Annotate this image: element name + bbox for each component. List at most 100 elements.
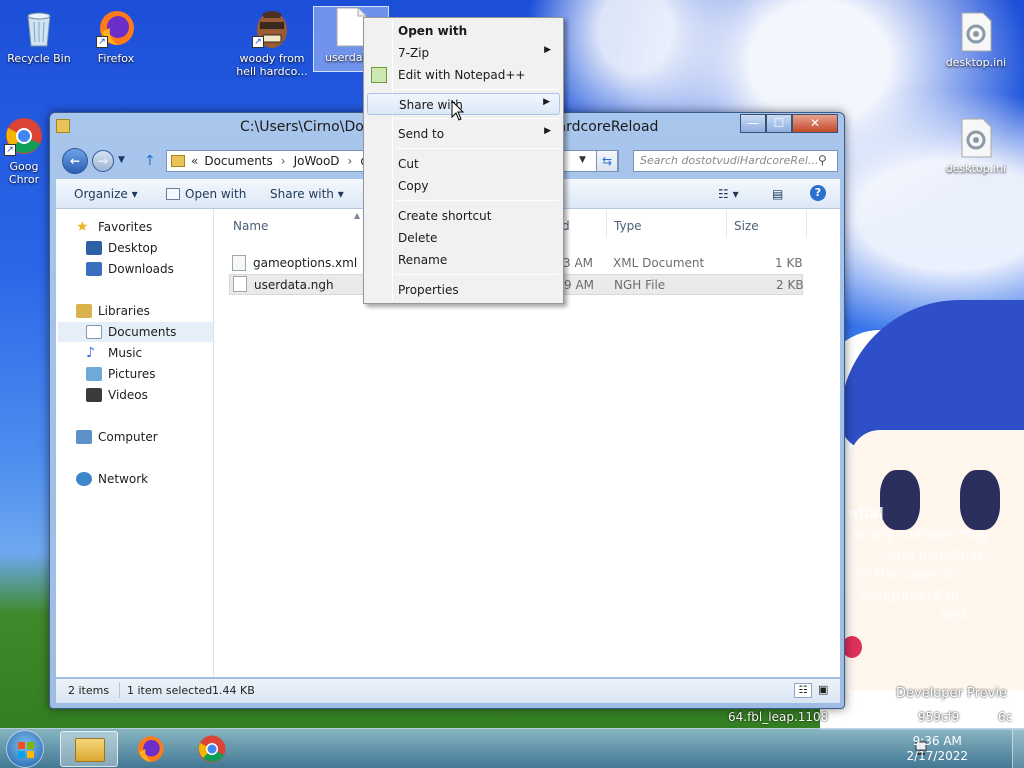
back-button[interactable]: ← [62, 148, 88, 174]
menu-separator [395, 89, 559, 90]
view-options-icon[interactable]: ☷ ▾ [718, 187, 739, 201]
status-bar: 2 items 1 item selected 1.44 KB ☷ ▣ [56, 679, 840, 703]
recent-pages-chevron-icon[interactable]: ▼ [118, 155, 125, 165]
desktop-icon-desktop-ini-2[interactable]: desktop.ini [938, 118, 1014, 175]
nav-music[interactable]: ♪ Music [86, 343, 142, 363]
menu-item-7zip[interactable]: 7-Zip ▶ [367, 42, 560, 64]
shortcut-arrow-icon: ↗ [4, 144, 16, 156]
breadcrumb-documents[interactable]: Documents [204, 154, 272, 168]
folder-icon [56, 119, 70, 133]
file-size: 1 KB [775, 256, 803, 270]
menu-item-copy[interactable]: Copy [367, 175, 560, 197]
desktop-icon-recycle-bin[interactable]: Recycle Bin [3, 8, 75, 65]
help-icon[interactable]: ? [810, 185, 826, 201]
nav-computer[interactable]: Computer [76, 427, 158, 447]
submenu-arrow-icon: ▶ [544, 126, 551, 136]
file-type: NGH File [614, 278, 666, 292]
ini-file-icon [956, 12, 996, 52]
breadcrumb-chevron-icon[interactable]: › [348, 154, 353, 168]
maximize-button[interactable]: ☐ [766, 114, 792, 133]
menu-item-send-to[interactable]: Send to ▶ [367, 123, 560, 145]
large-icons-view-icon[interactable]: ▣ [818, 683, 832, 697]
taskbar-chrome-button[interactable] [184, 731, 242, 767]
file-name: userdata.ngh [254, 278, 334, 292]
address-dropdown-icon[interactable]: ▼ [579, 155, 586, 165]
nav-libraries[interactable]: Libraries [76, 301, 150, 321]
chrome-icon: ↗ [4, 116, 44, 156]
open-with-button[interactable]: Open with [166, 187, 246, 201]
column-separator[interactable] [606, 211, 607, 237]
wallpaper-character-mouth [842, 636, 862, 658]
menu-item-open-with[interactable]: Open with [367, 20, 560, 42]
search-icon[interactable]: ⚲ [818, 153, 827, 167]
up-arrow-icon[interactable]: ↑ [144, 153, 156, 169]
nav-network[interactable]: Network [76, 469, 148, 489]
watermark-text: in any manner may [852, 527, 989, 543]
taskbar: 9:36 AM 2/17/2022 [0, 728, 1024, 768]
desktop-icon-woody[interactable]: ↗ woody from hell hardco... [236, 8, 308, 78]
breadcrumb-overflow[interactable]: « [191, 154, 198, 168]
column-separator[interactable] [726, 211, 727, 237]
menu-separator [395, 200, 559, 201]
taskbar-firefox-button[interactable] [122, 731, 180, 767]
refresh-icon[interactable]: ⇆ [596, 150, 618, 172]
file-date: 9 AM [564, 278, 595, 292]
menu-item-delete[interactable]: Delete [367, 227, 560, 249]
menu-item-cut[interactable]: Cut [367, 153, 560, 175]
share-with-button[interactable]: Share with ▾ [270, 187, 344, 201]
desktop-icon-desktop-ini[interactable]: desktop.ini [938, 12, 1014, 69]
submenu-arrow-icon: ▶ [544, 45, 551, 55]
clock-date: 2/17/2022 [906, 749, 968, 763]
watermark-text: ntial [848, 506, 884, 522]
xml-file-icon [232, 255, 246, 271]
navigation-pane: ★ Favorites Desktop Downloads Libraries D… [56, 209, 214, 677]
nav-videos[interactable]: Videos [86, 385, 148, 405]
organize-button[interactable]: Organize ▾ [74, 187, 138, 201]
menu-item-rename[interactable]: Rename [367, 249, 560, 271]
forward-button[interactable]: → [92, 150, 114, 172]
show-desktop-button[interactable] [1012, 729, 1024, 768]
recycle-bin-icon [19, 8, 59, 48]
preview-pane-icon[interactable]: ▤ [772, 187, 783, 201]
desktop-icon [86, 241, 102, 255]
build-text: 959cf9 [918, 710, 960, 724]
menu-item-create-shortcut[interactable]: Create shortcut [367, 205, 560, 227]
column-separator[interactable] [806, 211, 807, 237]
mouse-cursor-icon [451, 100, 465, 121]
desktop-icon-firefox[interactable]: ↗ Firefox [80, 8, 152, 65]
start-button[interactable] [6, 730, 44, 768]
details-view-icon[interactable]: ☷ [794, 683, 812, 698]
search-input[interactable]: Search dostotvudiHardcoreRel... [633, 150, 838, 172]
desktop-icon-chrome[interactable]: ↗ Goog Chror [0, 116, 48, 186]
submenu-arrow-icon: ▶ [543, 97, 550, 107]
libraries-icon [76, 304, 92, 318]
folder-icon [171, 155, 185, 167]
column-header-name[interactable]: Name [233, 219, 268, 233]
file-date: 3 AM [563, 256, 594, 270]
nav-downloads[interactable]: Downloads [86, 259, 174, 279]
nav-pictures[interactable]: Pictures [86, 364, 156, 384]
desktop-icon-label: Goog Chror [8, 160, 40, 186]
nav-favorites[interactable]: ★ Favorites [76, 217, 152, 237]
column-header-size[interactable]: Size [734, 219, 759, 233]
taskbar-explorer-button[interactable] [60, 731, 118, 767]
nav-desktop[interactable]: Desktop [86, 238, 158, 258]
nav-documents[interactable]: Documents [58, 322, 213, 342]
desktop-icon-label: desktop.ini [945, 56, 1007, 69]
breadcrumb-jowood[interactable]: JoWooD [294, 154, 340, 168]
context-menu: Open with 7-Zip ▶ Edit with Notepad++ Sha… [363, 17, 564, 304]
menu-item-edit-notepad[interactable]: Edit with Notepad++ [367, 64, 560, 86]
network-icon [76, 472, 92, 486]
system-clock[interactable]: 9:36 AM 2/17/2022 [906, 734, 968, 764]
column-header-type[interactable]: Type [614, 219, 642, 233]
desktop-icon-label: desktop.ini [945, 162, 1007, 175]
menu-item-properties[interactable]: Properties [367, 279, 560, 301]
item-count: 2 items [68, 684, 110, 697]
breadcrumb-chevron-icon[interactable]: › [281, 154, 286, 168]
minimize-button[interactable]: — [740, 114, 766, 133]
open-with-icon [166, 188, 180, 200]
firefox-icon: ↗ [96, 8, 136, 48]
ini-file-icon [956, 118, 996, 158]
close-button[interactable]: ✕ [792, 114, 838, 133]
build-text: 6c [998, 710, 1013, 724]
